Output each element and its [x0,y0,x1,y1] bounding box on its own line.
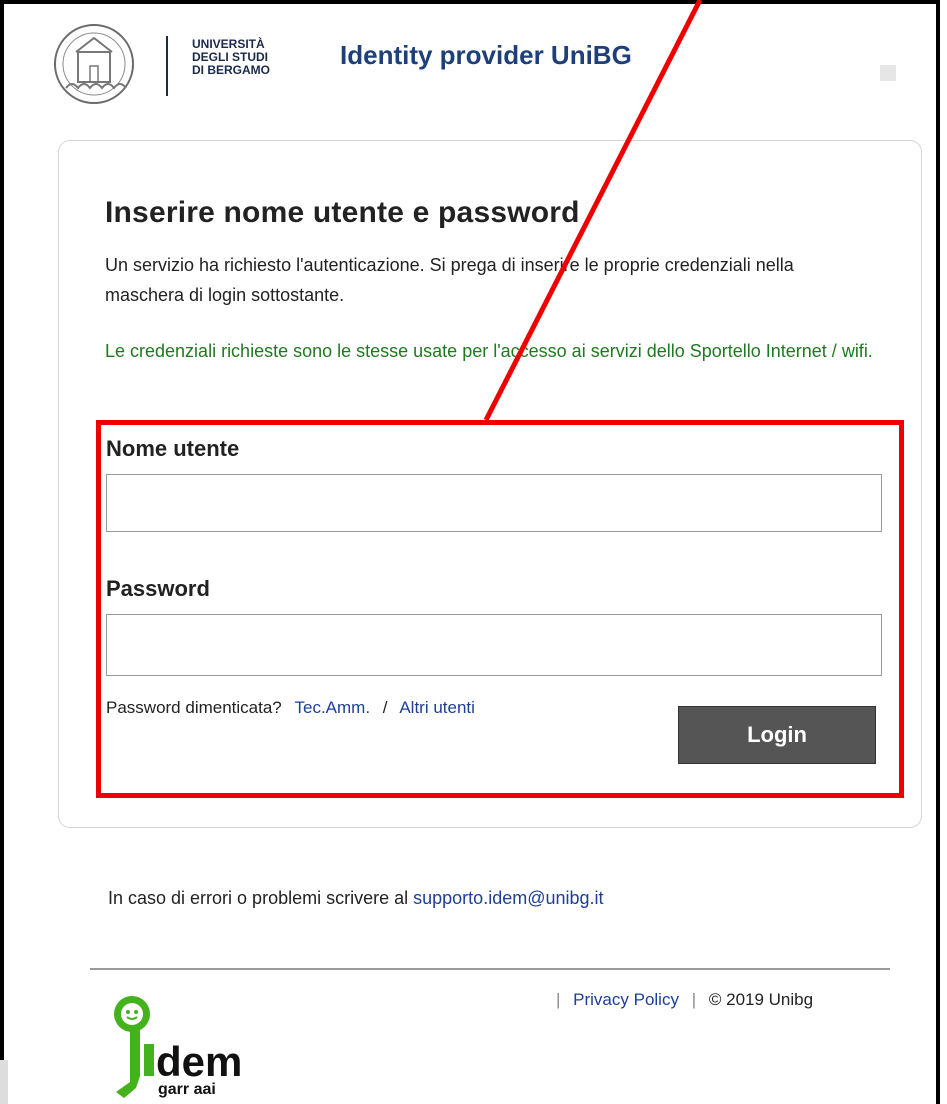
support-email-link[interactable]: supporto.idem@unibg.it [413,888,603,908]
footer-separator: | [556,990,561,1009]
copyright-text: © 2019 Unibg [708,990,814,1009]
edge-artifact [0,1060,8,1104]
credentials-note: Le credenziali richieste sono le stesse … [105,341,873,361]
support-text: In caso di errori o problemi scrivere al… [108,888,604,909]
footer-links: | Privacy Policy | © 2019 Unibg [548,990,813,1010]
page-title: Identity provider UniBG [340,40,632,70]
footer-separator: | [691,990,697,1009]
university-seal-icon [54,24,168,104]
login-description: Un servizio ha richiesto l'autenticazion… [105,255,794,305]
login-heading: Inserire nome utente e password [105,196,580,229]
idem-sub-text: garr aai [158,1081,216,1098]
footer-divider [90,968,890,970]
svg-text:dem: dem [156,1038,242,1085]
support-message: In caso di errori o problemi scrivere al [108,888,409,908]
university-name: UNIVERSITÀ DEGLI STUDI DI BERGAMO [192,38,302,77]
privacy-policy-link[interactable]: Privacy Policy [573,990,679,1009]
highlight-annotation-box [96,420,904,798]
idem-garr-logo-icon: dem garr aai [114,996,242,1098]
header-placeholder-square [880,65,896,81]
university-line-3: DI BERGAMO [192,63,270,77]
